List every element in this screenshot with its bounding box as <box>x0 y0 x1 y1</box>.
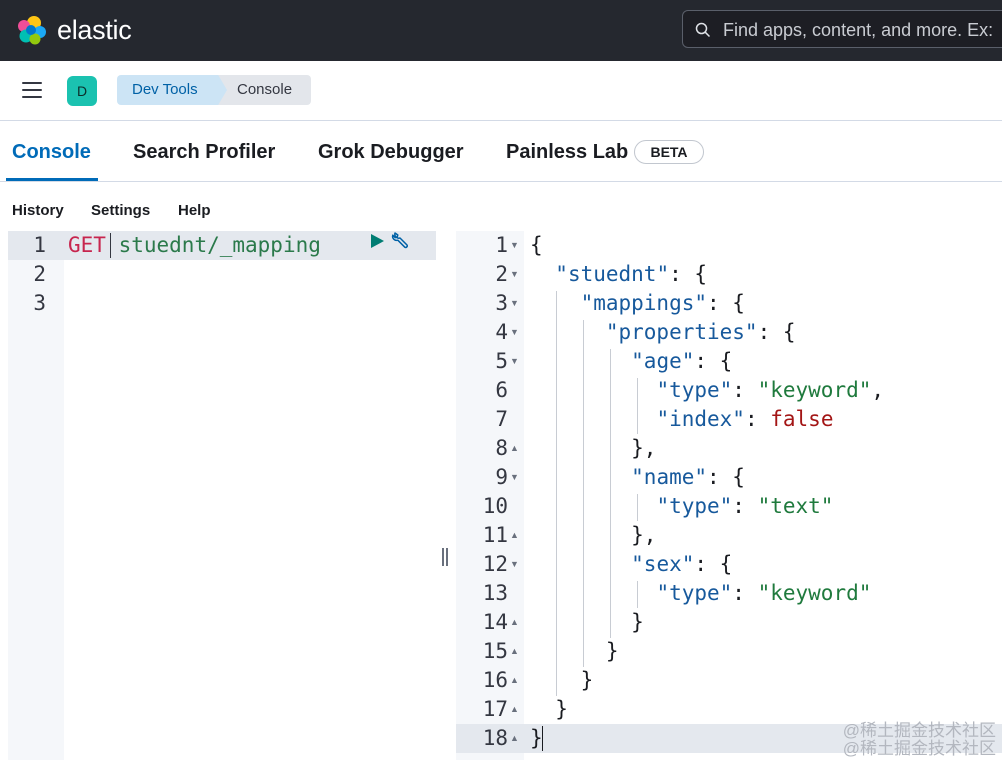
search-placeholder: Find apps, content, and more. Ex: <box>723 20 994 40</box>
json-string: "text" <box>757 494 834 518</box>
fold-arrow-icon[interactable]: ▲ <box>510 637 519 666</box>
text-cursor <box>110 233 111 258</box>
tab-console[interactable]: Console <box>12 140 91 164</box>
json-line: "stuednt": { <box>555 262 708 286</box>
active-tab-indicator <box>6 178 98 181</box>
global-search-input[interactable]: Find apps, content, and more. Ex: <box>682 10 1002 48</box>
json-line: } <box>530 639 619 663</box>
fold-arrow-icon[interactable]: ▼ <box>510 318 519 347</box>
history-link[interactable]: History <box>12 202 64 219</box>
json-key: "sex" <box>631 552 695 576</box>
fold-arrow-icon[interactable]: ▼ <box>510 231 519 260</box>
line-number: 4 <box>495 320 508 344</box>
json-line: "index": false <box>656 407 834 431</box>
line-number: 10 <box>482 494 508 518</box>
request-method: GET <box>68 233 106 257</box>
tab-search-profiler[interactable]: Search Profiler <box>133 140 275 164</box>
fold-arrow-icon[interactable]: ▼ <box>510 260 519 289</box>
line-number: 17 <box>482 697 508 721</box>
tab-bar: Console Search Profiler Grok Debugger Pa… <box>0 121 1002 182</box>
line-number: 3 <box>495 291 508 315</box>
json-line: "type": "text" <box>656 494 834 518</box>
fold-arrow-icon[interactable]: ▲ <box>510 521 519 550</box>
line-number: 16 <box>482 668 508 692</box>
json-string: "keyword" <box>757 581 872 605</box>
menu-icon[interactable] <box>22 81 42 99</box>
fold-arrow-icon[interactable]: ▲ <box>510 724 519 753</box>
line-number: 13 <box>482 581 508 605</box>
watermark: @稀土掘金技术社区 <box>842 739 996 758</box>
space-avatar[interactable]: D <box>67 76 97 106</box>
fold-arrow-icon[interactable]: ▲ <box>510 608 519 637</box>
breadcrumb-dev-tools[interactable]: Dev Tools <box>117 75 227 105</box>
global-header: elastic Find apps, content, and more. Ex… <box>0 0 1002 61</box>
json-line: } <box>530 668 594 692</box>
line-number: 6 <box>495 378 508 402</box>
brand-name[interactable]: elastic <box>57 14 132 46</box>
text-cursor <box>542 726 543 751</box>
fold-arrow-icon[interactable]: ▼ <box>510 289 519 318</box>
json-string: "keyword" <box>757 378 872 402</box>
line-number: 2 <box>495 262 508 286</box>
fold-arrow-icon[interactable]: ▼ <box>510 550 519 579</box>
json-line: "type": "keyword", <box>656 378 885 402</box>
wrench-icon[interactable] <box>390 230 412 252</box>
fold-arrow-icon[interactable]: ▲ <box>510 666 519 695</box>
line-number: 7 <box>495 407 508 431</box>
json-line: "type": "keyword" <box>656 581 872 605</box>
line-number: 1 <box>33 233 46 257</box>
play-icon[interactable] <box>369 233 385 249</box>
json-key: "index" <box>656 407 745 431</box>
line-number: 18 <box>482 726 508 750</box>
line-number: 5 <box>495 349 508 373</box>
breadcrumb-bar: D Dev Tools Console <box>0 61 1002 121</box>
elastic-logo-icon[interactable] <box>16 14 48 46</box>
json-line: "name": { <box>631 465 745 489</box>
line-number: 9 <box>495 465 508 489</box>
json-key: "type" <box>656 581 733 605</box>
fold-arrow-icon[interactable]: ▲ <box>510 434 519 463</box>
json-line: } <box>530 697 568 721</box>
fold-arrow-icon[interactable]: ▲ <box>510 695 519 724</box>
request-path: stuednt/_mapping <box>118 233 321 257</box>
tab-grok-debugger[interactable]: Grok Debugger <box>318 140 464 164</box>
json-line: }, <box>530 523 657 547</box>
tab-painless-lab[interactable]: Painless Lab <box>506 140 628 164</box>
json-key: "mappings" <box>580 291 708 315</box>
json-key: "type" <box>656 378 733 402</box>
line-number: 11 <box>482 523 508 547</box>
json-line: }, <box>530 436 657 460</box>
json-line: { <box>530 233 543 257</box>
json-line: "mappings": { <box>580 291 745 315</box>
fold-arrow-icon[interactable]: ▼ <box>510 463 519 492</box>
line-number: 1 <box>495 233 508 257</box>
json-key: "age" <box>631 349 695 373</box>
line-number: 14 <box>482 610 508 634</box>
settings-link[interactable]: Settings <box>91 202 150 219</box>
breadcrumb-console: Console <box>214 75 311 105</box>
help-link[interactable]: Help <box>178 202 211 219</box>
json-key: "properties" <box>605 320 758 344</box>
line-number: 8 <box>495 436 508 460</box>
fold-arrow-icon[interactable]: ▼ <box>510 347 519 376</box>
resize-handle-icon[interactable] <box>441 548 449 566</box>
line-number: 15 <box>482 639 508 663</box>
json-line: "properties": { <box>605 320 796 344</box>
beta-badge: BETA <box>634 140 704 164</box>
json-line: "age": { <box>631 349 733 373</box>
line-number: 12 <box>482 552 508 576</box>
json-line: "sex": { <box>631 552 733 576</box>
line-number: 3 <box>33 291 46 315</box>
json-key: "type" <box>656 494 733 518</box>
json-key: "name" <box>631 465 708 489</box>
json-key: "stuednt" <box>555 262 670 286</box>
json-line: } <box>530 726 543 750</box>
search-icon <box>695 22 711 38</box>
json-line: } <box>530 610 644 634</box>
json-boolean: false <box>770 407 834 431</box>
line-number: 2 <box>33 262 46 286</box>
request-editor[interactable]: GET stuednt/_mapping <box>68 231 321 260</box>
